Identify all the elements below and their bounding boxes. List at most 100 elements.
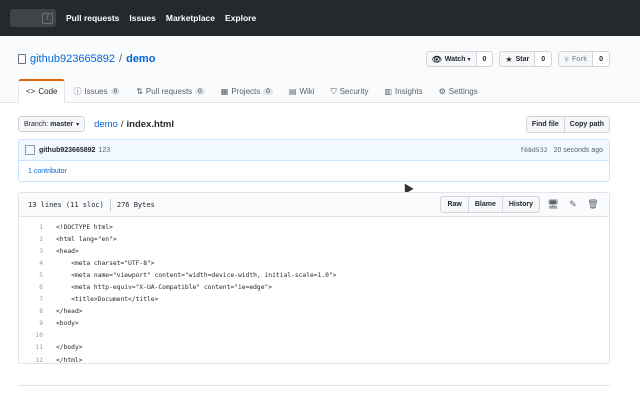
file-line-count: 13 lines (11 sloc) — [28, 200, 104, 209]
nav-explore[interactable]: Explore — [225, 13, 256, 23]
tab-code[interactable]: <> Code — [18, 79, 66, 103]
tab-issues[interactable]: ⓘ Issues 0 — [65, 79, 128, 103]
copy-path-button[interactable]: Copy path — [564, 115, 610, 133]
desktop-icon[interactable]: 🖥 — [546, 198, 560, 212]
line-content: </body> — [56, 344, 83, 352]
code-line: 8 </head> — [19, 306, 609, 318]
file-navigation: Branch: master ▾ demo / index.html Find fi… — [18, 115, 610, 133]
breadcrumb-file: index.html — [126, 118, 175, 130]
blame-button[interactable]: Blame — [468, 196, 503, 213]
line-content: <html lang="en"> — [56, 235, 117, 243]
line-number[interactable]: 7 — [19, 296, 43, 303]
tab-security[interactable]: ⛉ Security — [323, 79, 377, 103]
find-file-button[interactable]: Find file — [525, 115, 565, 133]
history-button[interactable]: History — [502, 196, 540, 213]
repo-name-link[interactable]: demo — [126, 53, 155, 65]
branch-prefix: Branch: — [24, 120, 49, 128]
code-line: 10 — [19, 330, 609, 342]
tab-label: Pull requests — [145, 87, 193, 96]
project-icon: ▦ — [220, 87, 229, 96]
commit-message[interactable]: 123 — [98, 147, 110, 154]
top-navbar: / Pull requests Issues Marketplace Explo… — [0, 0, 640, 36]
tab-counter: 0 — [110, 88, 121, 95]
line-number[interactable]: 10 — [19, 332, 43, 339]
file-size: 276 Bytes — [116, 200, 155, 209]
tab-settings[interactable]: ⚙ Settings — [431, 79, 486, 103]
gear-icon: ⚙ — [438, 87, 446, 96]
code-line: 3 <head> — [19, 245, 609, 257]
line-number[interactable]: 11 — [19, 344, 43, 351]
tab-label: Issues — [84, 87, 108, 96]
tab-label: Settings — [448, 87, 478, 96]
tab-label: Wiki — [299, 87, 315, 96]
pull-request-icon: ⇅ — [136, 87, 143, 96]
line-content: <title>Document</title> — [56, 296, 159, 304]
line-content: <head> — [56, 247, 79, 255]
line-number[interactable]: 1 — [19, 224, 43, 231]
nav-issues[interactable]: Issues — [129, 13, 155, 23]
breadcrumb: demo / index.html — [94, 119, 174, 130]
fork-button-group: ⑂ Fork 0 — [558, 51, 610, 67]
tab-counter: 0 — [263, 88, 273, 95]
watch-button[interactable]: 👁 Watch ▾ — [425, 51, 477, 67]
raw-button[interactable]: Raw — [440, 196, 469, 213]
pencil-icon[interactable]: ✎ — [566, 198, 580, 212]
line-number[interactable]: 5 — [19, 272, 43, 279]
line-number[interactable]: 12 — [19, 357, 43, 364]
line-number[interactable]: 6 — [19, 284, 43, 291]
shield-icon: ⛉ — [330, 86, 337, 96]
avatar[interactable] — [25, 145, 35, 155]
contributors-link[interactable]: 1 contributor — [19, 161, 609, 182]
tab-label: Insights — [395, 87, 423, 96]
trash-icon[interactable]: 🗑 — [586, 198, 600, 212]
commit-time: 20 seconds ago — [553, 146, 603, 154]
nav-pull-requests[interactable]: Pull requests — [66, 13, 119, 23]
line-number[interactable]: 9 — [19, 320, 43, 327]
breadcrumb-repo-link[interactable]: demo — [94, 119, 118, 130]
line-content: <body> — [56, 320, 79, 328]
file-buttons: Find file Copy path — [525, 115, 610, 133]
tab-label: Code — [38, 87, 58, 96]
tab-counter: 0 — [195, 88, 205, 95]
commit-sha[interactable]: f68d532 — [520, 146, 547, 154]
tab-pull-requests[interactable]: ⇅ Pull requests 0 — [128, 79, 213, 103]
star-count[interactable]: 0 — [535, 51, 553, 67]
repo-owner-link[interactable]: github923665892 — [30, 53, 115, 65]
fork-count[interactable]: 0 — [593, 51, 610, 67]
code-line: 7 <title>Document</title> — [19, 294, 609, 306]
tab-wiki[interactable]: ▤ Wiki — [281, 79, 323, 103]
star-button[interactable]: ★ Star — [499, 51, 536, 67]
star-label: Star — [515, 55, 530, 63]
code-line: 2 <html lang="en"> — [19, 233, 609, 245]
tab-projects[interactable]: ▦ Projects 0 — [213, 79, 281, 103]
line-number[interactable]: 2 — [19, 236, 43, 243]
branch-select[interactable]: Branch: master ▾ — [18, 116, 86, 132]
search-input[interactable]: / — [10, 9, 56, 27]
fork-label: Fork — [571, 55, 588, 63]
line-content: <meta charset="UTF-8"> — [56, 259, 155, 267]
line-number[interactable]: 3 — [19, 248, 43, 255]
code-icon: <> — [26, 87, 36, 96]
code-line: 4 <meta charset="UTF-8"> — [19, 257, 609, 269]
graph-icon: ▥ — [384, 87, 393, 96]
code-line: 12 </html> — [19, 354, 609, 366]
code-line: 9 <body> — [19, 318, 609, 330]
nav-marketplace[interactable]: Marketplace — [166, 13, 215, 23]
star-icon: ★ — [505, 54, 513, 64]
tab-insights[interactable]: ▥ Insights — [376, 79, 430, 103]
fork-icon: ⑂ — [564, 54, 569, 64]
commit-author[interactable]: github923665892 — [39, 147, 95, 154]
watch-button-group: 👁 Watch ▾ 0 — [425, 51, 494, 67]
search-shortcut-key: / — [42, 12, 53, 24]
commit-tease: github923665892 123 f68d532 20 seconds a… — [18, 139, 610, 182]
fork-button[interactable]: ⑂ Fork — [558, 51, 594, 67]
watch-count[interactable]: 0 — [476, 51, 494, 67]
divider — [18, 385, 610, 386]
eye-icon: 👁 — [431, 54, 442, 64]
repo-tabs: <> Code ⓘ Issues 0 ⇅ Pull requests 0 ▦ Project… — [18, 79, 486, 103]
line-number[interactable]: 4 — [19, 260, 43, 267]
tab-label: Security — [339, 87, 369, 96]
star-button-group: ★ Star 0 — [499, 51, 553, 67]
line-number[interactable]: 8 — [19, 308, 43, 315]
watch-label: Watch — [444, 55, 466, 63]
